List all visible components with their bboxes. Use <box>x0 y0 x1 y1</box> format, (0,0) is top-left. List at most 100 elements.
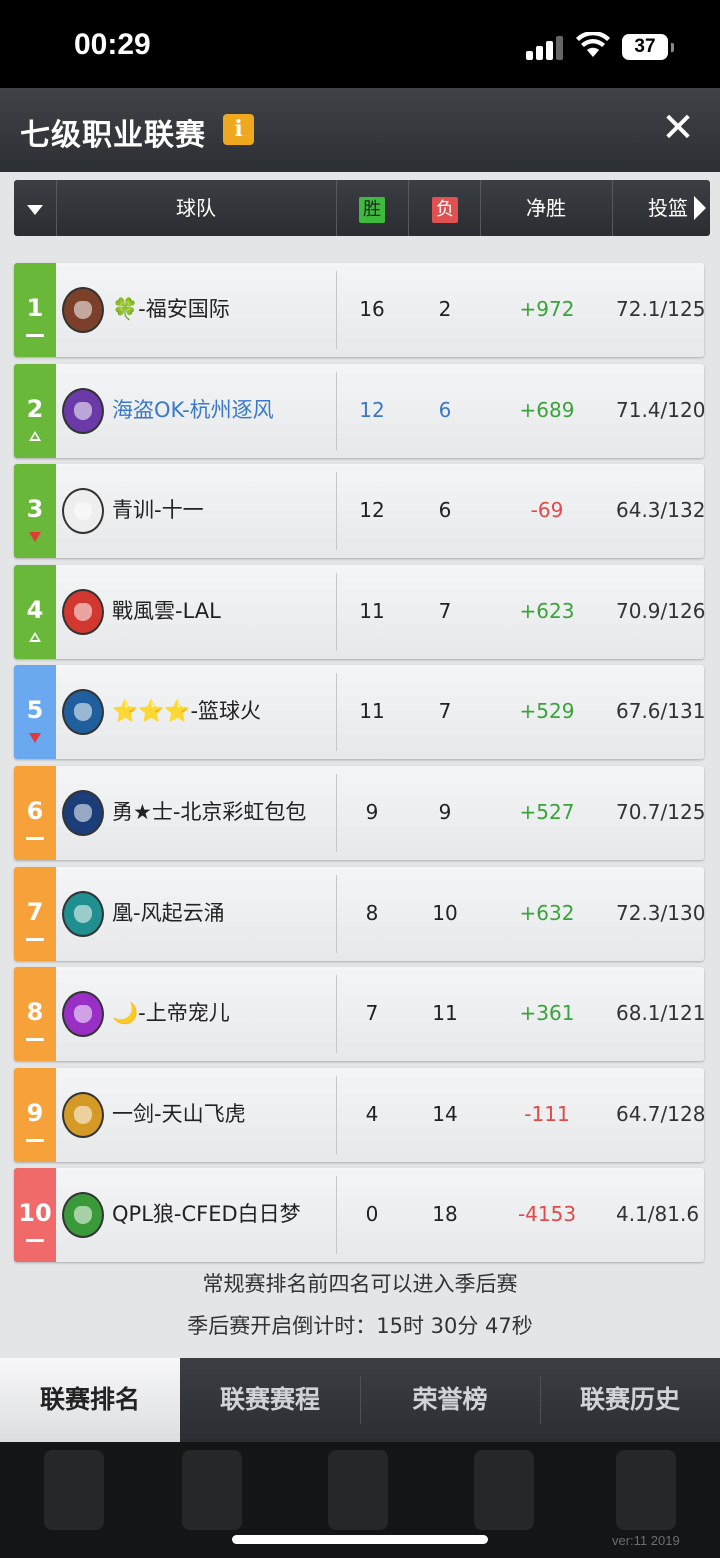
tiger-icon <box>62 1092 104 1138</box>
clock: 00:29 <box>74 28 151 61</box>
losses: 6 <box>438 398 452 422</box>
losses: 7 <box>438 599 452 623</box>
rank-badge: 3 <box>14 464 56 558</box>
wins: 11 <box>359 599 385 623</box>
net-points: +689 <box>519 398 575 422</box>
rank-number: 10 <box>18 1199 52 1227</box>
standings-row[interactable]: 10 QPL狼-CFED白日梦 0 18 -4153 4.1/81.6 <box>14 1168 704 1262</box>
rank-number: 8 <box>26 998 44 1026</box>
dragon-icon <box>62 388 104 434</box>
losses: 7 <box>438 699 452 723</box>
dropdown-toggle[interactable] <box>14 180 56 236</box>
team-name[interactable]: 戰風雲-LAL <box>112 595 221 627</box>
table-header: 球队 胜 负 净胜 投篮 <box>14 180 710 236</box>
shooting-stats: 70.9/126 <box>616 599 706 623</box>
team-name[interactable]: 🌙-上帝宠儿 <box>112 997 230 1029</box>
shooting-stats: 64.3/132 <box>616 498 706 522</box>
rank-unchanged-icon <box>26 938 44 941</box>
playoff-countdown: 季后赛开启倒计时：15时 30分 47秒 <box>187 1314 533 1338</box>
team-name[interactable]: 凰-风起云涌 <box>112 897 225 929</box>
standings-row[interactable]: 6 勇★士-北京彩虹包包 9 9 +527 70.7/125 <box>14 766 705 860</box>
net-points: +529 <box>519 699 575 723</box>
rank-unchanged-icon <box>26 1239 44 1242</box>
shooting-stats: 70.7/125 <box>616 800 706 824</box>
losses: 6 <box>438 498 452 522</box>
tab-league-ranking[interactable]: 联赛排名 <box>0 1358 180 1442</box>
net-points: +361 <box>519 1001 575 1025</box>
panther-icon <box>62 991 104 1037</box>
modal-header: 七级职业联赛 i ✕ <box>0 88 720 172</box>
col-team[interactable]: 球队 <box>56 180 336 236</box>
spartan-helmet-icon <box>62 790 104 836</box>
rank-badge: 5 <box>14 665 56 759</box>
losses: 2 <box>438 297 452 321</box>
home-indicator[interactable] <box>232 1535 488 1544</box>
tab-league-schedule[interactable]: 联赛赛程 <box>180 1358 360 1442</box>
team-name[interactable]: 勇★士-北京彩虹包包 <box>112 796 306 828</box>
rank-unchanged-icon <box>26 1038 44 1041</box>
wins: 12 <box>359 398 385 422</box>
rank-unchanged-icon <box>26 837 44 840</box>
shooting-stats: 64.7/128 <box>616 1102 706 1126</box>
losses: 14 <box>432 1102 458 1126</box>
wins: 12 <box>359 498 385 522</box>
boar-icon <box>62 1192 104 1238</box>
team-name[interactable]: 海盗OK-杭州逐风 <box>112 394 274 426</box>
rank-unchanged-icon <box>26 1139 44 1142</box>
rank-number: 6 <box>26 797 44 825</box>
team-name[interactable]: QPL狼-CFED白日梦 <box>112 1198 301 1230</box>
standings-row[interactable]: 2 海盗OK-杭州逐风 12 6 +689 71.4/120 <box>14 364 705 458</box>
standings-row[interactable]: 9 一剑-天山飞虎 4 14 -111 64.7/128 <box>14 1068 705 1162</box>
rank-badge: 6 <box>14 766 56 860</box>
signal-icon <box>526 36 564 60</box>
standings-row[interactable]: 5 ⭐⭐⭐-篮球火 11 7 +529 67.6/131 <box>14 665 705 759</box>
rank-up-icon <box>29 632 41 642</box>
shooting-stats: 4.1/81.6 <box>616 1202 700 1226</box>
col-shooting[interactable]: 投篮 <box>612 180 694 236</box>
standings-row[interactable]: 7 凰-风起云涌 8 10 +632 72.3/130 <box>14 867 705 961</box>
standings-row[interactable]: 3 青训-十一 12 6 -69 64.3/132 <box>14 464 705 558</box>
col-net[interactable]: 净胜 <box>480 180 612 236</box>
col-win[interactable]: 胜 <box>336 180 408 236</box>
rank-number: 1 <box>26 294 44 322</box>
wifi-icon <box>576 32 610 57</box>
team-name[interactable]: ⭐⭐⭐-篮球火 <box>112 695 261 727</box>
rank-unchanged-icon <box>26 334 44 337</box>
rank-badge: 2 <box>14 364 56 458</box>
team-name[interactable]: 🍀-福安国际 <box>112 293 230 325</box>
standings-row[interactable]: 8 🌙-上帝宠儿 7 11 +361 68.1/121 <box>14 967 705 1061</box>
col-loss[interactable]: 负 <box>408 180 482 236</box>
rank-badge: 7 <box>14 867 56 961</box>
team-name[interactable]: 青训-十一 <box>112 494 204 526</box>
net-points: +972 <box>519 297 575 321</box>
wins: 4 <box>365 1102 379 1126</box>
status-bar: 00:29 37 <box>0 0 720 88</box>
rank-number: 9 <box>26 1099 44 1127</box>
scroll-right-icon[interactable] <box>694 196 706 220</box>
win-label: 胜 <box>359 196 385 223</box>
wins: 9 <box>365 800 379 824</box>
standings-row[interactable]: 4 戰風雲-LAL 11 7 +623 70.9/126 <box>14 565 705 659</box>
info-icon[interactable]: i <box>223 114 254 145</box>
rank-badge: 1 <box>14 263 56 357</box>
tab-league-history[interactable]: 联赛历史 <box>540 1358 720 1442</box>
net-points: +632 <box>519 901 575 925</box>
dragon-head-icon <box>62 589 104 635</box>
standings-row[interactable]: 1 🍀-福安国际 16 2 +972 72.1/125 <box>14 263 705 357</box>
team-name[interactable]: 一剑-天山飞虎 <box>112 1098 246 1130</box>
shooting-stats: 72.3/130 <box>616 901 706 925</box>
loss-label: 负 <box>432 196 458 223</box>
rank-badge: 4 <box>14 565 56 659</box>
shooting-stats: 71.4/120 <box>616 398 706 422</box>
losses: 10 <box>432 901 458 925</box>
close-button[interactable]: ✕ <box>656 106 700 150</box>
wins: 0 <box>365 1202 379 1226</box>
rank-number: 7 <box>26 898 44 926</box>
losses: 18 <box>432 1202 458 1226</box>
knight-helmet-icon <box>62 287 104 333</box>
losses: 9 <box>438 800 452 824</box>
tab-honor-board[interactable]: 荣誉榜 <box>360 1358 540 1442</box>
rank-down-icon <box>29 733 41 743</box>
net-points: +527 <box>519 800 575 824</box>
rank-badge: 9 <box>14 1068 56 1162</box>
